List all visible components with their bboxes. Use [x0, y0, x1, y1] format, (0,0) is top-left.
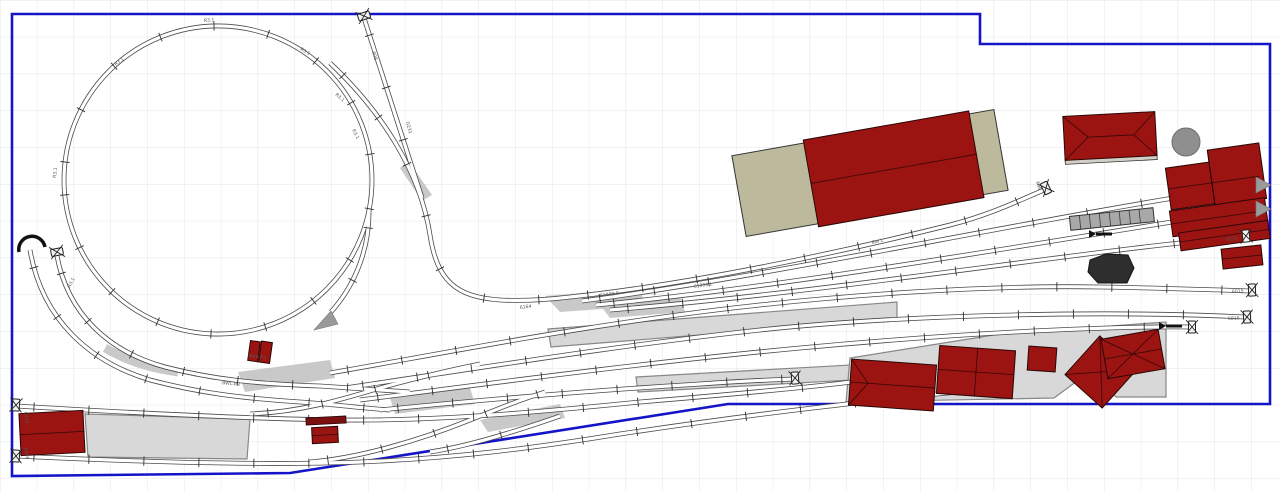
rail-joint-tick: [473, 412, 474, 421]
rail-joint-tick: [853, 317, 854, 326]
rail-joint-tick: [979, 329, 980, 338]
rail-joint-tick: [727, 378, 728, 387]
platform-bottom-left[interactable]: [85, 414, 250, 459]
track-part-label: R3.1: [204, 17, 215, 24]
small-hut[interactable]: [312, 426, 339, 443]
depot-building-1[interactable]: [848, 359, 936, 411]
round-tank-object[interactable]: [1172, 128, 1200, 156]
rail-joint-tick: [539, 295, 540, 304]
rail-joint-tick: [892, 289, 893, 298]
dark-structure[interactable]: [1088, 254, 1134, 283]
track-part-label: 6015: [1228, 315, 1240, 322]
rail-joint-tick: [34, 402, 35, 411]
goods-shed-building[interactable]: [1063, 112, 1157, 165]
small-shed-right[interactable]: [1221, 245, 1263, 269]
depot-building-3[interactable]: [1027, 346, 1057, 372]
track-part-label: 6015: [1232, 288, 1244, 295]
track-part-label: R3.1: [52, 167, 59, 178]
track-plan-canvas[interactable]: R3.1R3.1R3.1R3.1R3.1R3.1R3.1608G23160186…: [0, 0, 1280, 491]
track-part-label: 6015: [1226, 236, 1238, 243]
rail-joint-tick: [347, 383, 348, 392]
depot-building-2[interactable]: [936, 345, 1015, 398]
rail-joint-tick: [672, 381, 673, 390]
